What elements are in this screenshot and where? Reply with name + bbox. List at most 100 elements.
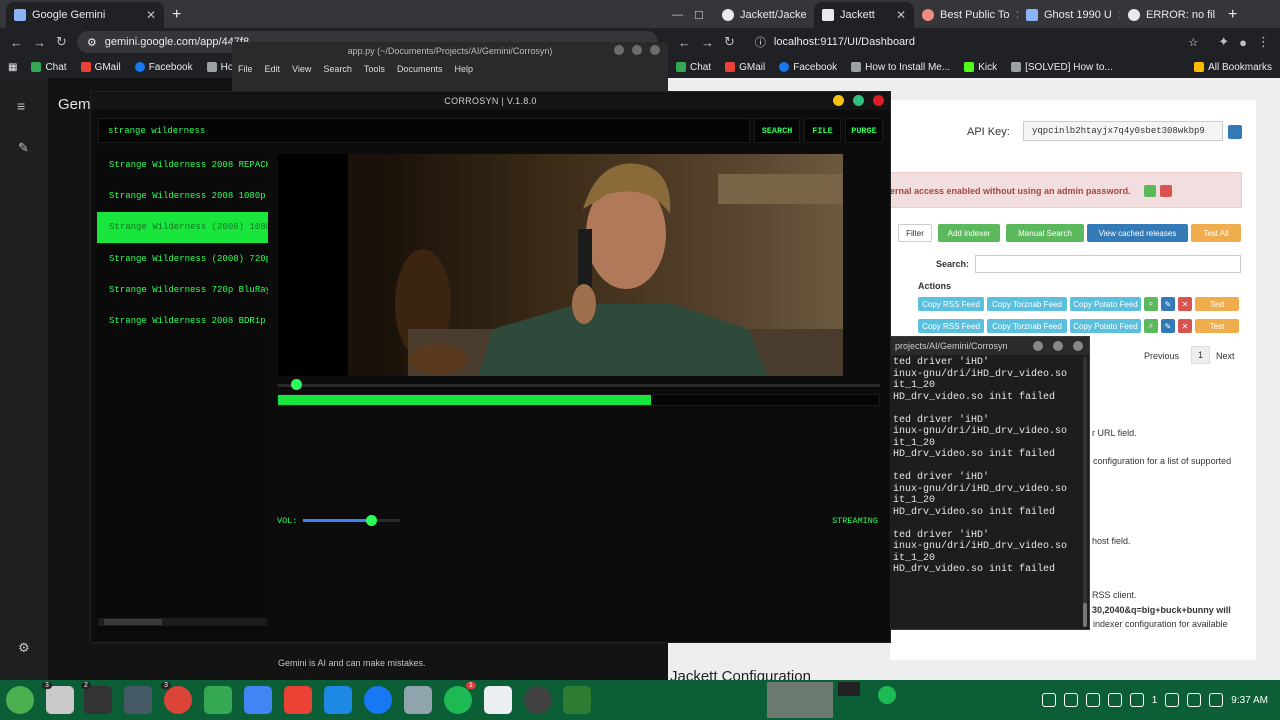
back-icon[interactable]: ←: [10, 35, 23, 50]
tab-best-public[interactable]: Best Public To✕: [914, 2, 1018, 28]
results-hscrollbar[interactable]: [98, 618, 267, 626]
close-icon[interactable]: [1073, 341, 1083, 351]
omnibox[interactable]: ⓘ localhost:9117/UI/Dashboard ☆: [744, 31, 1209, 53]
new-tab-button[interactable]: +: [1220, 6, 1245, 28]
test-button[interactable]: Test: [1195, 319, 1239, 333]
copy-torznab-feed-button[interactable]: Copy Torznab Feed: [987, 297, 1067, 311]
bookmark-kick[interactable]: Kick: [964, 62, 997, 73]
wifi-icon[interactable]: [1165, 693, 1180, 707]
forward-icon[interactable]: →: [33, 35, 46, 50]
bookmark-facebook[interactable]: Facebook: [779, 62, 837, 73]
steam-icon[interactable]: [1063, 693, 1078, 707]
copy-potato-feed-button[interactable]: Copy Potato Feed: [1070, 319, 1141, 333]
copy-potato-feed-button[interactable]: Copy Potato Feed: [1070, 297, 1141, 311]
menu-file[interactable]: File: [238, 64, 253, 74]
new-tab-button[interactable]: +: [164, 6, 189, 28]
volume-handle[interactable]: [365, 515, 377, 526]
bookmark-chat[interactable]: Chat: [676, 62, 711, 73]
battery-icon[interactable]: [1209, 693, 1224, 707]
bookmark-gmail[interactable]: GMail: [80, 62, 121, 73]
result-item[interactable]: Strange Wilderness 720p BluRay: [97, 274, 268, 305]
menu-edit[interactable]: Edit: [265, 64, 281, 74]
bookmark-facebook[interactable]: Facebook: [134, 62, 193, 73]
minimize-icon[interactable]: [614, 45, 624, 55]
file-button[interactable]: FILE: [804, 118, 841, 143]
scrollbar-thumb[interactable]: [1083, 603, 1087, 627]
api-key-field[interactable]: yqpcinlb2htayjx7q4y0sbet308wkbp9: [1023, 121, 1223, 141]
pagination-page[interactable]: 1: [1191, 346, 1211, 364]
scrollbar-thumb[interactable]: [104, 619, 162, 625]
tab-jackett-github[interactable]: Jackett/Jacke✕: [714, 2, 814, 28]
taskbar-window-preview[interactable]: [767, 682, 833, 718]
gmail-icon[interactable]: [284, 686, 312, 714]
menu-tools[interactable]: Tools: [364, 64, 385, 74]
extensions-icon[interactable]: ✦: [1218, 34, 1229, 50]
chat-icon[interactable]: [204, 686, 232, 714]
corrosyn-icon[interactable]: [563, 686, 591, 714]
clock[interactable]: 9:37 AM: [1231, 695, 1268, 706]
search-button[interactable]: SEARCH: [754, 118, 800, 143]
result-item[interactable]: Strange Wilderness 2008 REPACK: [97, 149, 268, 180]
menu-documents[interactable]: Documents: [397, 64, 443, 74]
close-tab-icon[interactable]: ✕: [146, 8, 156, 22]
result-item[interactable]: Strange Wilderness 2008 1080p B: [97, 180, 268, 211]
site-info-icon[interactable]: ⚙: [87, 36, 97, 49]
search-input[interactable]: [98, 118, 750, 143]
volume-icon[interactable]: [1187, 693, 1202, 707]
window-maximize-icon[interactable]: ☐: [690, 2, 714, 28]
result-item[interactable]: Strange Wilderness (2008) 720p: [97, 243, 268, 274]
network-icon[interactable]: [1041, 693, 1056, 707]
search-icon[interactable]: ⌕: [1144, 297, 1158, 311]
copy-rss-feed-button[interactable]: Copy RSS Feed: [918, 297, 984, 311]
minimize-icon[interactable]: [1033, 341, 1043, 351]
tab-google-gemini[interactable]: Google Gemini ✕: [6, 2, 164, 28]
text-editor-icon[interactable]: [484, 686, 512, 714]
result-item[interactable]: Strange Wilderness 2008 BDRip: [97, 305, 268, 336]
tab-error[interactable]: ERROR: no fil✕: [1120, 2, 1220, 28]
close-tab-icon[interactable]: ✕: [896, 8, 906, 22]
test-button[interactable]: Test: [1195, 297, 1239, 311]
star-icon[interactable]: ☆: [1188, 36, 1198, 49]
bookmark-how-to-install[interactable]: How to Install Me...: [851, 62, 950, 73]
maximize-icon[interactable]: [853, 95, 864, 106]
shield-icon[interactable]: [1144, 185, 1156, 197]
indexer-search-input[interactable]: [975, 255, 1241, 273]
discord-icon[interactable]: [1085, 693, 1100, 707]
tab-ghost[interactable]: Ghost 1990 U✕: [1018, 2, 1120, 28]
minimize-icon[interactable]: [833, 95, 844, 106]
filter-dropdown[interactable]: Filter: [898, 224, 932, 242]
new-chat-icon[interactable]: ✎: [18, 140, 29, 156]
window-minimize-icon[interactable]: —: [668, 2, 690, 28]
add-indexer-button[interactable]: Add indexer: [938, 224, 1000, 242]
reload-icon[interactable]: ↻: [724, 34, 735, 50]
volume-slider[interactable]: [303, 519, 400, 522]
wrench-icon[interactable]: ✎: [1161, 297, 1175, 311]
eye-icon[interactable]: [1160, 185, 1172, 197]
menu-view[interactable]: View: [292, 64, 311, 74]
maximize-icon[interactable]: [1053, 341, 1063, 351]
close-icon[interactable]: [873, 95, 884, 106]
pagination-next[interactable]: Next: [1216, 351, 1235, 361]
test-all-button[interactable]: Test All: [1191, 224, 1241, 242]
file-manager-icon[interactable]: [46, 686, 74, 714]
result-item[interactable]: Strange Wilderness (2008) 1080p: [97, 211, 268, 243]
start-menu-icon[interactable]: [6, 686, 34, 714]
forward-icon[interactable]: →: [701, 35, 714, 50]
delete-icon[interactable]: ✕: [1178, 319, 1192, 333]
video-player[interactable]: [278, 154, 843, 376]
system-monitor-icon[interactable]: [124, 686, 152, 714]
maximize-icon[interactable]: [632, 45, 642, 55]
view-cached-releases-button[interactable]: View cached releases: [1087, 224, 1188, 242]
delete-icon[interactable]: ✕: [1178, 297, 1192, 311]
messenger-icon[interactable]: [364, 686, 392, 714]
tab-jackett[interactable]: Jackett ✕: [814, 2, 914, 28]
apps-grid-icon[interactable]: ▦: [8, 62, 17, 73]
all-bookmarks[interactable]: All Bookmarks: [1194, 62, 1272, 73]
chrome-icon[interactable]: [164, 686, 192, 714]
terminal-icon[interactable]: [84, 686, 112, 714]
gear-icon[interactable]: [1107, 693, 1122, 707]
seek-track[interactable]: [278, 384, 880, 387]
image-viewer-icon[interactable]: [404, 686, 432, 714]
close-icon[interactable]: [650, 45, 660, 55]
mail-icon[interactable]: [324, 686, 352, 714]
